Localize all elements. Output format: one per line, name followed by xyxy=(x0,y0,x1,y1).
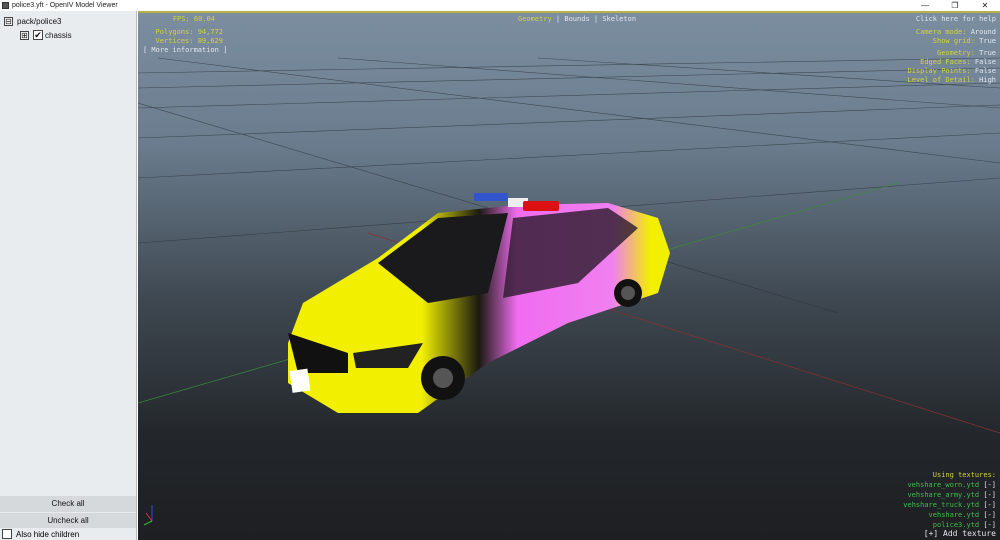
mode-geometry[interactable]: Geometry xyxy=(518,15,552,23)
expand-icon[interactable]: ⊞ xyxy=(20,30,29,40)
vertices-value: 89,629 xyxy=(197,37,223,45)
model-tree-panel: ⊟ pack/police3 ⊞ ✔ chassis Check all Unc… xyxy=(0,11,137,540)
minimize-button[interactable]: — xyxy=(910,0,940,11)
lod-setting[interactable]: Level of Detail: High xyxy=(907,76,996,85)
more-information-link[interactable]: [ More information ] xyxy=(143,46,227,55)
tree-node-chassis[interactable]: ⊞ ✔ chassis xyxy=(4,28,136,42)
remove-texture-button[interactable]: [-] xyxy=(983,481,996,489)
close-button[interactable]: ✕ xyxy=(970,0,1000,11)
also-hide-children-option[interactable]: Also hide children xyxy=(0,528,136,540)
uncheck-all-button[interactable]: Uncheck all xyxy=(0,513,136,529)
mode-skeleton[interactable]: Skeleton xyxy=(602,15,636,23)
3d-viewport[interactable]: FPS: 60.04 Polygons: 94,772 Vertices: 89… xyxy=(138,11,1000,540)
add-texture-button[interactable]: [+] Add texture xyxy=(924,529,996,539)
car-model xyxy=(288,193,670,413)
camera-mode-setting[interactable]: Camera mode: Around xyxy=(916,28,996,37)
scene xyxy=(138,57,1000,526)
axis-gizmo xyxy=(143,505,153,526)
tree-node-label: pack/police3 xyxy=(17,16,62,26)
remove-texture-button[interactable]: [-] xyxy=(983,521,996,529)
show-grid-setting[interactable]: Show grid: True xyxy=(933,37,996,46)
tree-node-root[interactable]: ⊟ pack/police3 xyxy=(4,14,136,28)
texture-item: vehshare.ytd [-] xyxy=(928,511,996,519)
tree-node-label: chassis xyxy=(45,30,72,40)
polygons-value: 94,772 xyxy=(197,28,223,36)
using-textures-label: Using textures: xyxy=(932,471,996,479)
also-hide-children-label: Also hide children xyxy=(16,529,80,539)
fps-label: FPS: xyxy=(172,15,190,23)
app-icon xyxy=(2,2,9,9)
collapse-icon[interactable]: ⊟ xyxy=(4,16,13,26)
remove-texture-button[interactable]: [-] xyxy=(983,501,996,509)
texture-item: vehshare_truck.ytd [-] xyxy=(903,501,996,509)
also-hide-children-checkbox[interactable] xyxy=(2,529,12,539)
vertices-label: Vertices: xyxy=(155,37,194,45)
title-bar: police3.yft - OpenIV Model Viewer — ❐ ✕ xyxy=(0,0,1000,11)
geometry-setting[interactable]: Geometry: True xyxy=(937,49,996,58)
chassis-checkbox[interactable]: ✔ xyxy=(33,30,43,40)
mode-bounds[interactable]: Bounds xyxy=(564,15,589,23)
remove-texture-button[interactable]: [-] xyxy=(983,511,996,519)
view-mode-switch: Geometry | Bounds | Skeleton xyxy=(518,15,637,23)
window-title: police3.yft - OpenIV Model Viewer xyxy=(12,2,118,9)
edged-faces-setting[interactable]: Edged Faces: False xyxy=(920,58,996,67)
texture-item: vehshare_worn.ytd [-] xyxy=(907,481,996,489)
polygons-label: Polygons: xyxy=(155,28,194,36)
remove-texture-button[interactable]: [-] xyxy=(983,491,996,499)
display-points-setting[interactable]: Display Points: False xyxy=(907,67,996,76)
texture-item: vehshare_army.ytd [-] xyxy=(907,491,996,499)
check-all-button[interactable]: Check all xyxy=(0,496,136,512)
help-link[interactable]: Click here for help xyxy=(916,15,996,24)
maximize-button[interactable]: ❐ xyxy=(940,0,970,11)
fps-value: 60.04 xyxy=(193,15,215,23)
